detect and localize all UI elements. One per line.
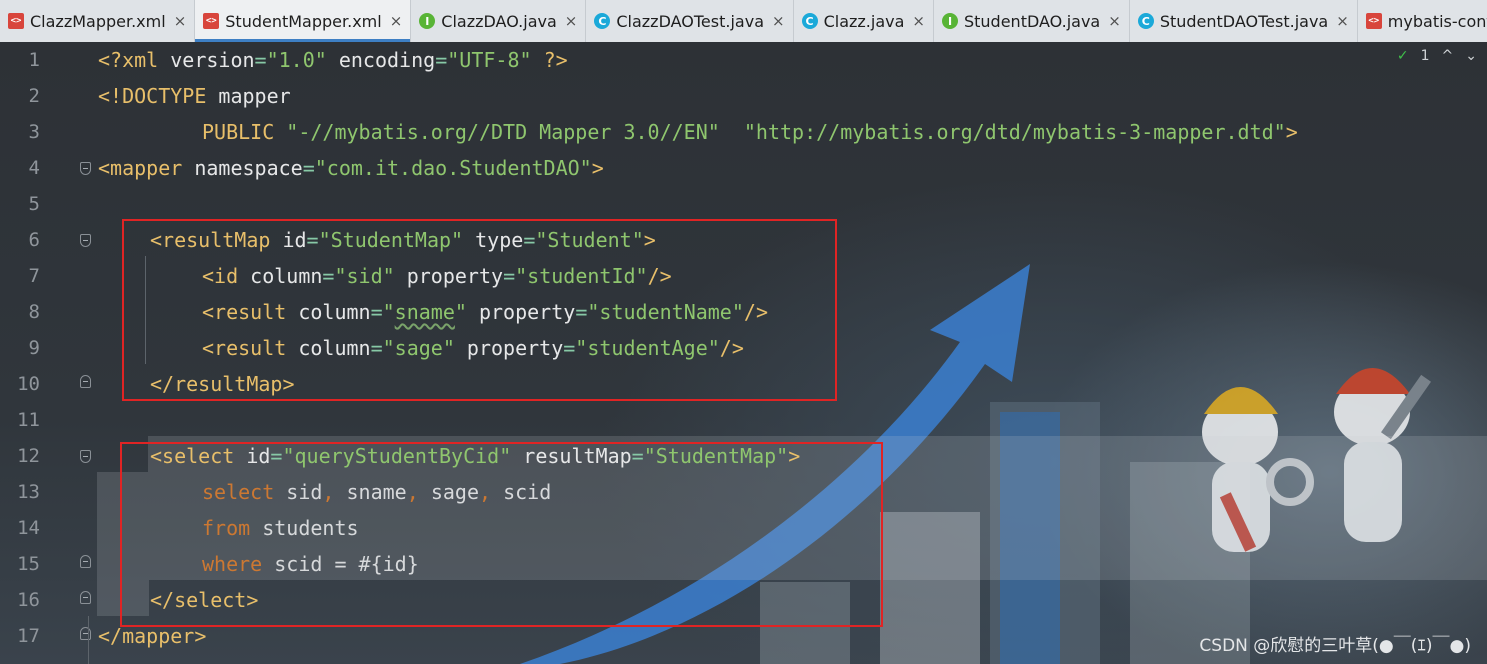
line-number-gutter: 1 2 3 4 5 6 7 8 9 10 11 12 13 14 15 16 1…: [0, 42, 62, 664]
tab-label: ClazzDAO.java: [441, 11, 557, 31]
line-number: 13: [17, 481, 40, 503]
line-number: 17: [17, 625, 40, 647]
line-number: 8: [28, 301, 40, 323]
tab-mybatis-config-xml[interactable]: mybatis-config.xr: [1358, 0, 1487, 42]
chevron-up-icon[interactable]: ^: [1442, 48, 1454, 64]
class-icon: [801, 13, 818, 29]
fold-toggle-icon[interactable]: [80, 234, 91, 247]
close-icon[interactable]: ×: [174, 12, 187, 30]
tab-studentmapper-xml[interactable]: StudentMapper.xml ×: [195, 0, 412, 42]
close-icon[interactable]: ×: [1336, 12, 1349, 30]
close-icon[interactable]: ×: [772, 12, 785, 30]
code-editor[interactable]: 1 2 3 4 5 6 7 8 9 10 11 12 13 14 15 16 1…: [0, 42, 1487, 664]
tab-clazzdaotest-java[interactable]: ClazzDAOTest.java ×: [586, 0, 794, 42]
line-number: 3: [28, 121, 40, 143]
fold-end-icon[interactable]: [80, 375, 91, 388]
line-number: 16: [17, 589, 40, 611]
tab-clazz-java[interactable]: Clazz.java ×: [794, 0, 934, 42]
tab-label: ClazzMapper.xml: [30, 11, 166, 31]
fold-toggle-icon[interactable]: [80, 162, 91, 175]
class-icon: [1137, 13, 1154, 29]
highlight-box-resultmap: [122, 219, 837, 401]
line-number: 5: [28, 193, 40, 215]
fold-toggle-icon[interactable]: [80, 450, 91, 463]
line-number: 1: [28, 49, 40, 71]
line-number: 2: [28, 85, 40, 107]
close-icon[interactable]: ×: [390, 12, 403, 30]
line-number: 12: [17, 445, 40, 467]
tab-label: ClazzDAOTest.java: [616, 11, 764, 31]
inspection-count: 1: [1420, 48, 1430, 64]
editor-tab-bar: ClazzMapper.xml × StudentMapper.xml × Cl…: [0, 0, 1487, 43]
tab-label: mybatis-config.xr: [1387, 11, 1487, 31]
code-line-3: PUBLIC "-//mybatis.org//DTD Mapper 3.0//…: [202, 120, 1298, 144]
indent-guide: [88, 616, 89, 664]
tab-clazzdao-java[interactable]: ClazzDAO.java ×: [411, 0, 587, 42]
fold-end-icon[interactable]: [80, 555, 91, 568]
fold-end-icon[interactable]: [80, 627, 91, 640]
close-icon[interactable]: ×: [1108, 12, 1121, 30]
tab-label: Clazz.java: [823, 11, 905, 31]
xml-file-icon: [8, 13, 24, 29]
interface-icon: [419, 13, 436, 29]
xml-file-icon: [1365, 13, 1382, 29]
line-number: 4: [28, 157, 40, 179]
code-line-2: <!DOCTYPE mapper: [98, 84, 291, 108]
tab-label: StudentDAOTest.java: [1159, 11, 1329, 31]
line-number: 6: [28, 229, 40, 251]
close-icon[interactable]: ×: [912, 12, 925, 30]
tab-studentdaotest-java[interactable]: StudentDAOTest.java ×: [1130, 0, 1358, 42]
tab-clazzmapper-xml[interactable]: ClazzMapper.xml ×: [0, 0, 196, 42]
class-icon: [594, 13, 611, 29]
code-line-1: <?xml version="1.0" encoding="UTF-8" ?>: [98, 48, 568, 72]
line-number: 7: [28, 265, 40, 287]
chevron-down-icon[interactable]: ⌄: [1465, 48, 1477, 64]
line-number: 9: [28, 337, 40, 359]
highlight-box-select: [120, 442, 883, 627]
close-icon[interactable]: ×: [565, 12, 578, 30]
line-number: 11: [17, 409, 40, 431]
line-number: 14: [17, 517, 40, 539]
xml-file-icon: [203, 13, 220, 29]
tab-studentdao-java[interactable]: StudentDAO.java ×: [934, 0, 1130, 42]
line-number: 10: [17, 373, 40, 395]
tab-label: StudentDAO.java: [963, 11, 1101, 31]
code-line-4: <mapper namespace="com.it.dao.StudentDAO…: [98, 156, 604, 180]
fold-end-icon[interactable]: [80, 591, 91, 604]
watermark: CSDN @欣慰的三叶草(●￣(ｴ)￣●): [1199, 636, 1471, 656]
inspection-widget[interactable]: ✓ 1 ^ ⌄: [1397, 48, 1477, 64]
tab-label: StudentMapper.xml: [225, 11, 382, 31]
interface-icon: [941, 13, 958, 29]
check-icon: ✓: [1396, 48, 1409, 64]
line-number: 15: [17, 553, 40, 575]
